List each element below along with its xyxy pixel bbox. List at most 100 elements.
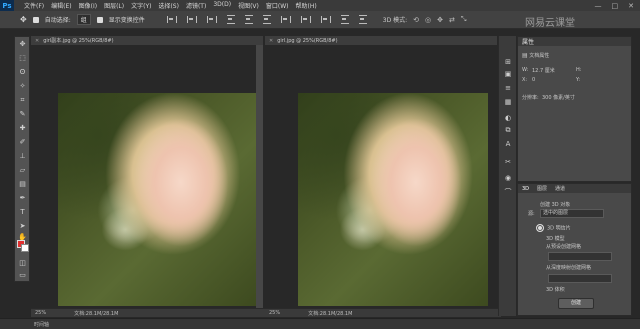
option-3d-postcard[interactable]: 3D 明信片 xyxy=(536,224,571,232)
brush-tool-icon[interactable]: ✐ xyxy=(18,138,27,147)
tool-presets-icon[interactable]: ✂ xyxy=(504,158,512,166)
clone-stamp-tool-icon[interactable]: ⊥ xyxy=(18,152,27,161)
type-tool-icon[interactable]: T xyxy=(18,208,27,217)
eraser-tool-icon[interactable]: ▱ xyxy=(18,166,27,175)
canvas-area-2[interactable] xyxy=(265,45,497,308)
properties-icon[interactable]: ≡ xyxy=(504,84,512,92)
minimize-button[interactable]: — xyxy=(595,2,602,10)
tab-channels[interactable]: 通道 xyxy=(555,185,565,192)
history-icon[interactable]: ⊞ xyxy=(504,58,512,66)
menu-image[interactable]: 图像(I) xyxy=(79,1,97,10)
menu-view[interactable]: 视图(V) xyxy=(238,1,259,10)
paths-icon[interactable]: ⌒ xyxy=(504,188,512,196)
menu-select[interactable]: 选择(S) xyxy=(158,1,179,10)
move-tool-icon[interactable]: ✥ xyxy=(18,40,27,49)
gradient-tool-icon[interactable]: ▤ xyxy=(18,180,27,189)
quick-mask-icon[interactable]: ◫ xyxy=(18,259,27,268)
option-3d-volume[interactable]: 3D 体积 xyxy=(546,286,565,293)
align-right-icon[interactable] xyxy=(206,16,217,23)
canvas-area-1[interactable] xyxy=(31,45,256,308)
menu-3d[interactable]: 3D(D) xyxy=(213,1,231,10)
panel-icon-column: ⊞ ▣ ≡ ▦ ◐ ⧉ A ✂ ◉ ⌒ xyxy=(498,36,516,316)
document-size: 文档:28.1M/28.1M xyxy=(74,310,119,317)
magic-wand-tool-icon[interactable]: ✧ xyxy=(18,82,27,91)
timeline-bar: 时间轴 xyxy=(0,318,640,329)
auto-select-checkbox[interactable] xyxy=(32,16,39,23)
maximize-button[interactable]: □ xyxy=(612,2,619,10)
align-middle-icon[interactable] xyxy=(244,15,253,24)
pen-tool-icon[interactable]: ✒ xyxy=(18,194,27,203)
swatches-icon[interactable]: ▦ xyxy=(504,98,512,106)
3d-scale-icon[interactable]: ⤡ xyxy=(461,15,467,24)
menu-edit[interactable]: 编辑(E) xyxy=(51,1,71,10)
source-dropdown[interactable]: 选中的图层 xyxy=(540,209,604,218)
crop-tool-icon[interactable]: ⌗ xyxy=(18,96,27,105)
tab-3d[interactable]: 3D xyxy=(522,186,529,192)
depth-map-dropdown[interactable] xyxy=(548,274,612,283)
timeline-label[interactable]: 时间轴 xyxy=(34,321,49,328)
document-window-2: ✕ girl.jpg @ 25%(RGB/8#) 25% 文档:28.1M/28… xyxy=(265,36,501,317)
width-value[interactable]: 12.7 厘米 xyxy=(532,67,555,74)
menu-help[interactable]: 帮助(H) xyxy=(296,1,317,10)
move-tool-icon[interactable]: ✥ xyxy=(20,15,27,24)
channels-icon[interactable]: ◉ xyxy=(504,174,512,182)
styles-icon[interactable]: ⧉ xyxy=(504,126,512,134)
menu-layer[interactable]: 图层(L) xyxy=(104,1,124,10)
portrait-image-edited xyxy=(58,93,256,306)
align-top-icon[interactable] xyxy=(226,15,235,24)
zoom-level[interactable]: 25% xyxy=(35,310,46,316)
option-mesh-from-preset[interactable]: 从预设创建网格 xyxy=(546,243,581,250)
menu-filter[interactable]: 滤镜(T) xyxy=(186,1,206,10)
vertical-scrollbar[interactable] xyxy=(256,45,263,308)
close-button[interactable]: ✕ xyxy=(628,2,634,10)
document-status-bar: 25% 文档:28.1M/28.1M xyxy=(31,308,267,317)
3d-slide-icon[interactable]: ⇄ xyxy=(449,16,455,24)
background-color-swatch[interactable] xyxy=(21,244,29,252)
resolution-label: 分辨率: xyxy=(522,95,539,101)
marquee-tool-icon[interactable]: ⬚ xyxy=(18,54,27,63)
option-3d-model[interactable]: 3D 模型 xyxy=(546,235,565,242)
radio-button[interactable] xyxy=(536,224,544,232)
tools-panel: ✥ ⬚ ʘ ✧ ⌗ ✎ ✚ ✐ ⊥ ▱ ▤ ✒ T ➤ ✋ ◫ ▭ xyxy=(14,36,30,282)
menu-window[interactable]: 窗口(W) xyxy=(266,1,289,10)
3d-roll-icon[interactable]: ◎ xyxy=(425,16,431,24)
tab-layers[interactable]: 图层 xyxy=(537,185,547,192)
path-selection-tool-icon[interactable]: ➤ xyxy=(18,222,27,231)
align-left-icon[interactable] xyxy=(166,16,177,23)
character-icon[interactable]: A xyxy=(504,140,512,148)
menu-file[interactable]: 文件(F) xyxy=(24,1,44,10)
auto-select-label: 自动选择: xyxy=(44,17,71,24)
resolution-value: 300 像素/英寸 xyxy=(542,95,575,101)
close-tab-icon[interactable]: ✕ xyxy=(269,38,273,44)
adjustments-icon[interactable]: ◐ xyxy=(504,114,512,122)
option-mesh-from-depth-map[interactable]: 从深度映射创建网格 xyxy=(546,264,591,271)
auto-select-dropdown[interactable]: 组 xyxy=(76,14,91,25)
create-button[interactable]: 创建 xyxy=(558,298,594,309)
distribute-middle-icon[interactable] xyxy=(358,15,367,24)
show-transform-label: 显示变换控件 xyxy=(108,17,145,24)
distribute-right-icon[interactable] xyxy=(320,16,331,23)
3d-rotate-icon[interactable]: ⟲ xyxy=(413,16,419,24)
healing-brush-tool-icon[interactable]: ✚ xyxy=(18,124,27,133)
screen-mode-icon[interactable]: ▭ xyxy=(18,271,27,280)
main-menu: 文件(F) 编辑(E) 图像(I) 图层(L) 文字(Y) 选择(S) 滤镜(T… xyxy=(24,1,317,10)
align-center-icon[interactable] xyxy=(186,16,197,23)
x-value[interactable]: 0 xyxy=(532,77,535,83)
distribute-left-icon[interactable] xyxy=(280,16,291,23)
preset-dropdown[interactable] xyxy=(548,252,612,261)
lasso-tool-icon[interactable]: ʘ xyxy=(18,68,27,77)
distribute-center-icon[interactable] xyxy=(300,16,311,23)
menu-type[interactable]: 文字(Y) xyxy=(131,1,151,10)
3d-pan-icon[interactable]: ✥ xyxy=(437,16,443,24)
zoom-level[interactable]: 25% xyxy=(269,310,280,316)
close-tab-icon[interactable]: ✕ xyxy=(35,38,39,44)
portrait-image-original xyxy=(298,93,488,306)
align-bottom-icon[interactable] xyxy=(262,15,271,24)
3d-panel: 3D 图层 通道 创建 3D 对象 源: 选中的图层 3D 明信片 3D 模型 … xyxy=(517,183,632,316)
distribute-top-icon[interactable] xyxy=(340,15,349,24)
properties-tab[interactable]: 属性 xyxy=(518,37,631,46)
panel-tabs: 3D 图层 通道 xyxy=(518,184,631,193)
brush-settings-icon[interactable]: ▣ xyxy=(504,70,512,78)
eyedropper-tool-icon[interactable]: ✎ xyxy=(18,110,27,119)
show-transform-checkbox[interactable] xyxy=(96,16,103,23)
